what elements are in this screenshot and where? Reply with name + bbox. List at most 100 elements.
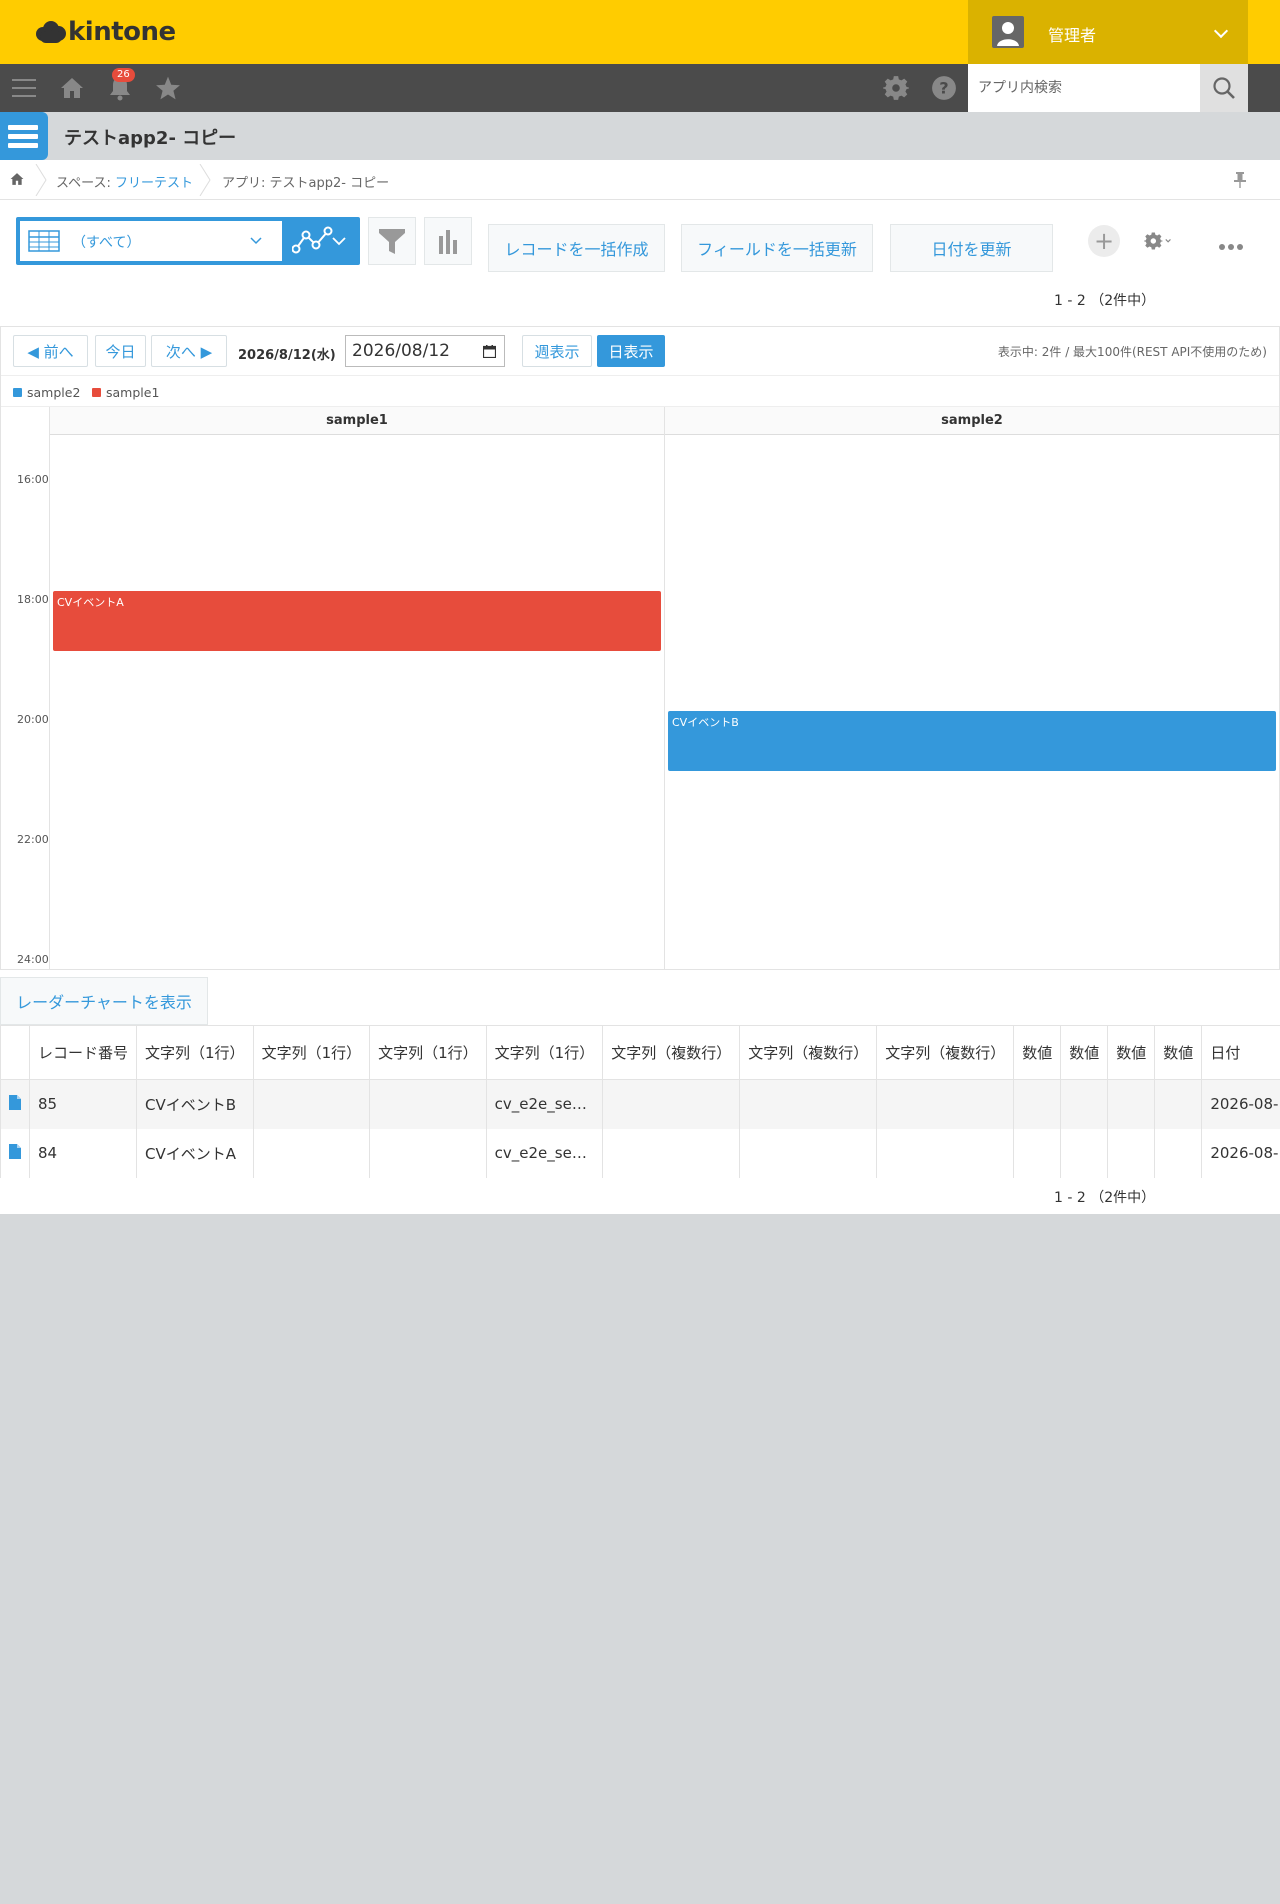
app-settings-button[interactable] [1144, 228, 1172, 258]
legend-label: sample1 [106, 385, 160, 400]
user-name: 管理者 [1048, 26, 1097, 45]
table-row[interactable]: 85 CVイベントB cv_e2e_se… 2026-08-12 2 [0, 1079, 1280, 1129]
week-view-button[interactable]: 週表示 [522, 335, 592, 367]
table-cell [739, 1128, 878, 1178]
table-cell [1013, 1128, 1062, 1178]
prev-button[interactable]: ◀ 前へ [13, 335, 88, 367]
event-title: CVイベントA [57, 596, 124, 609]
table-header-cell [0, 1025, 30, 1080]
svg-text:?: ? [939, 78, 948, 97]
time-label: 18:00 [17, 593, 49, 606]
filter-button[interactable] [368, 217, 416, 265]
gear-icon [1144, 232, 1171, 250]
grid-line [49, 407, 50, 969]
filter-icon [379, 229, 405, 254]
home-icon[interactable] [58, 74, 86, 102]
table-cell [602, 1128, 741, 1178]
breadcrumb-space-link[interactable]: フリーテスト [115, 176, 193, 191]
table-header-cell[interactable]: 文字列（複数行） [602, 1025, 741, 1080]
breadcrumb-app: アプリ: テストapp2- コピー [222, 176, 390, 191]
table-header-cell[interactable]: 日付 [1201, 1025, 1280, 1080]
table-cell [1154, 1079, 1203, 1129]
chevron-down-icon [1213, 23, 1229, 39]
table-cell [1060, 1128, 1109, 1178]
record-count: 1 - 2 （2件中） [1054, 293, 1156, 309]
legend-swatch [13, 388, 22, 397]
pin-icon[interactable] [1234, 172, 1246, 192]
menu-icon[interactable] [10, 74, 38, 102]
day-view-button[interactable]: 日表示 [597, 335, 665, 367]
gear-icon[interactable] [882, 74, 910, 102]
today-button[interactable]: 今日 [95, 335, 146, 367]
home-icon[interactable] [10, 172, 24, 190]
breadcrumb: スペース: フリーテスト アプリ: テストapp2- コピー [0, 160, 1280, 200]
table-header-cell[interactable]: 文字列（1行） [252, 1025, 371, 1080]
update-date-button[interactable]: 日付を更新 [890, 224, 1053, 272]
table-header-cell[interactable]: 文字列（1行） [136, 1025, 254, 1080]
search-input[interactable] [968, 64, 1200, 112]
calendar-legend: sample2 sample1 [1, 375, 1279, 407]
table-cell [369, 1079, 487, 1129]
kintone-logo[interactable]: kintone [36, 16, 176, 48]
record-detail-link[interactable] [0, 1079, 30, 1129]
table-icon [28, 230, 60, 252]
date-input-value: 2026/08/12 [352, 341, 450, 361]
cloud-logo-icon [36, 21, 66, 43]
bulk-update-button[interactable]: フィールドを一括更新 [681, 224, 873, 272]
table-cell: CVイベントA [136, 1128, 254, 1178]
graph-button[interactable] [424, 217, 472, 265]
table-cell [876, 1079, 1015, 1129]
search-button[interactable] [1200, 64, 1248, 112]
table-cell [602, 1079, 741, 1129]
table-header-cell[interactable]: 数値 [1013, 1025, 1062, 1080]
legend-swatch [92, 388, 101, 397]
app-list-icon [0, 112, 48, 160]
date-input[interactable]: 2026/08/12 [345, 335, 505, 367]
avatar [992, 16, 1024, 48]
table-header-cell[interactable]: 文字列（1行） [369, 1025, 487, 1080]
calendar-event[interactable]: CVイベントA [53, 591, 661, 651]
next-button[interactable]: 次へ ▶ [151, 335, 227, 367]
view-selector[interactable]: （すべて） [16, 217, 360, 265]
table-header-cell[interactable]: 数値 [1107, 1025, 1156, 1080]
table-row[interactable]: 84 CVイベントA cv_e2e_se… 2026-08-12 2 [0, 1128, 1280, 1178]
table-cell: cv_e2e_se… [485, 1079, 604, 1129]
document-icon [9, 1094, 21, 1110]
table-header-cell[interactable]: レコード番号 [28, 1025, 138, 1080]
table-cell [252, 1128, 371, 1178]
view-label: （すべて） [72, 235, 141, 251]
calendar-icon [483, 345, 496, 358]
calendar: ◀ 前へ 今日 次へ ▶ 2026/8/12(水) 2026/08/12 週表示… [0, 326, 1280, 970]
view-dropdown[interactable]: （すべて） [20, 221, 282, 261]
table-header-cell[interactable]: 数値 [1154, 1025, 1203, 1080]
graph-icon[interactable] [291, 223, 336, 263]
table-header-cell[interactable]: 文字列（複数行） [739, 1025, 878, 1080]
bulk-create-button[interactable]: レコードを一括作成 [488, 224, 665, 272]
legend-item: sample2 [13, 385, 80, 400]
grid-line [664, 407, 665, 969]
table-cell [1107, 1128, 1156, 1178]
table-cell: 2026-08-12 [1201, 1128, 1280, 1178]
column-header-sample1: sample1 [50, 407, 664, 435]
table-header-cell[interactable]: 文字列（複数行） [876, 1025, 1015, 1080]
user-menu[interactable]: 管理者 [968, 0, 1248, 64]
record-detail-link[interactable] [0, 1128, 30, 1178]
help-icon[interactable]: ? [930, 74, 958, 102]
star-icon[interactable] [154, 74, 182, 102]
radar-chart-button[interactable]: レーダーチャートを表示 [0, 977, 208, 1025]
time-label: 24:00 [17, 953, 49, 966]
table-header-cell[interactable]: 文字列（1行） [485, 1025, 604, 1080]
main-content: （すべて） レコードを一括作成 フィールドを一括更新 日付を更新 + 1 - 2… [0, 200, 1280, 1214]
add-record-button[interactable]: + [1088, 225, 1120, 257]
time-label: 16:00 [17, 473, 49, 486]
more-options-icon[interactable] [1218, 236, 1244, 255]
breadcrumb-space: スペース: フリーテスト [56, 176, 193, 191]
legend-item: sample1 [92, 385, 159, 400]
table-cell [252, 1079, 371, 1129]
calendar-info: 表示中: 2件 / 最大100件(REST API不使用のため) [997, 345, 1267, 359]
record-table: レコード番号 文字列（1行） 文字列（1行） 文字列（1行） 文字列（1行） 文… [0, 1025, 1280, 1180]
global-header: kintone 管理者 [0, 0, 1280, 64]
table-header-cell[interactable]: 数値 [1060, 1025, 1109, 1080]
calendar-event[interactable]: CVイベントB [668, 711, 1276, 771]
time-label: 20:00 [17, 713, 49, 726]
